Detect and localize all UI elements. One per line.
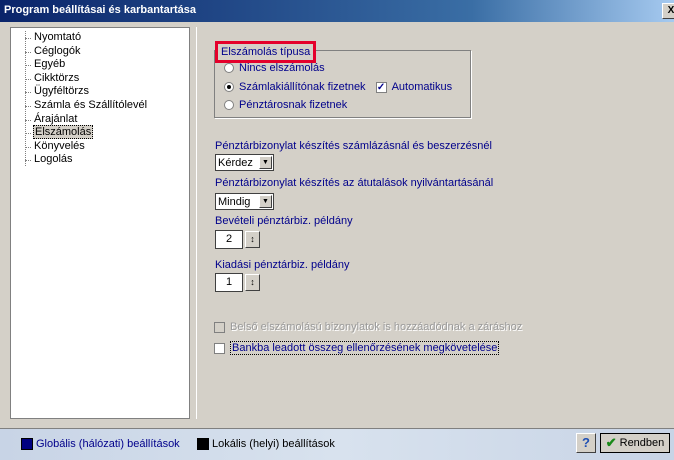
settlement-type-title: Elszámolás típusa [215, 41, 317, 63]
window-title: Program beállításai és karbantartása [4, 4, 196, 16]
radio-issuer-pays-dot[interactable] [224, 82, 234, 92]
income-copies-label: Bevételi pénztárbiz. példány [215, 215, 353, 227]
expense-copies-label: Kiadási pénztárbiz. példány [215, 259, 350, 271]
radio-no-settlement[interactable]: Nincs elszámolás [224, 62, 325, 74]
income-copies-spinner[interactable]: 2 ↕ [215, 230, 260, 249]
transfer-receipt-select[interactable]: Mindig ▼ [215, 193, 274, 210]
local-settings-legend: Lokális (helyi) beállítások [197, 438, 335, 450]
ok-button[interactable]: ✔ Rendben [600, 433, 670, 453]
invoice-receipt-select[interactable]: Kérdez ▼ [215, 154, 274, 171]
tree-item-egyeb[interactable]: Egyéb [11, 58, 189, 72]
local-color-swatch [197, 438, 209, 450]
settings-window: Nyomtató Céglogók Egyéb Cikktörzs Ügyfél… [0, 22, 674, 428]
chevron-down-icon[interactable]: ▼ [259, 195, 272, 208]
help-button[interactable]: ? [576, 433, 596, 453]
title-bar: Program beállításai és karbantartása X [0, 0, 674, 22]
close-button[interactable]: X [662, 3, 674, 19]
global-settings-legend: Globális (hálózati) beállítások [21, 438, 180, 450]
tree-item-logolas[interactable]: Logolás [11, 153, 189, 167]
automatic-label: Automatikus [391, 81, 453, 93]
tree-item-ugyfeltorzs[interactable]: Ügyféltörzs [11, 85, 189, 99]
transfer-receipt-label: Pénztárbizonylat készítés az átutalások … [215, 177, 494, 189]
settlement-panel: Elszámolás típusa Nincs elszámolás Száml… [196, 27, 670, 419]
spinner-arrows-icon[interactable]: ↕ [245, 231, 260, 248]
invoice-receipt-label: Pénztárbizonylat készítés számlázásnál é… [215, 140, 492, 152]
global-color-swatch [21, 438, 33, 450]
expense-copies-value[interactable]: 1 [215, 273, 243, 292]
automatic-checkbox[interactable]: ✓ [375, 81, 387, 93]
settings-tree: Nyomtató Céglogók Egyéb Cikktörzs Ügyfél… [10, 27, 190, 419]
footer-bar: Globális (hálózati) beállítások Lokális … [0, 428, 674, 460]
checkmark-icon: ✔ [605, 435, 617, 450]
internal-docs-option[interactable]: Belső elszámolású bizonylatok is hozzáad… [214, 321, 522, 333]
radio-cashier-pays[interactable]: Pénztárosnak fizetnek [224, 99, 347, 111]
radio-issuer-pays[interactable]: Számlakiállítónak fizetnek ✓ Automatikus [224, 81, 452, 93]
chevron-down-icon[interactable]: ▼ [259, 156, 272, 169]
tree-item-konyveles[interactable]: Könyvelés [11, 140, 189, 154]
radio-no-settlement-dot[interactable] [224, 63, 234, 73]
spinner-arrows-icon[interactable]: ↕ [245, 274, 260, 291]
income-copies-value[interactable]: 2 [215, 230, 243, 249]
internal-docs-checkbox[interactable] [214, 321, 225, 333]
tree-item-cikktorzs[interactable]: Cikktörzs [11, 72, 189, 86]
tree-item-szamla[interactable]: Számla és Szállítólevél [11, 99, 189, 113]
radio-cashier-pays-dot[interactable] [224, 100, 234, 110]
tree-item-nyomtato[interactable]: Nyomtató [11, 31, 189, 45]
bank-check-option[interactable]: Bankba leadott összeg ellenőrzésének meg… [214, 341, 500, 355]
bank-check-checkbox[interactable] [214, 342, 225, 354]
tree-item-ceglogok[interactable]: Céglogók [11, 45, 189, 59]
tree-item-arajanlat[interactable]: Árajánlat [11, 113, 189, 127]
tree-item-elszamolas[interactable]: Elszámolás [11, 125, 189, 140]
expense-copies-spinner[interactable]: 1 ↕ [215, 273, 260, 292]
